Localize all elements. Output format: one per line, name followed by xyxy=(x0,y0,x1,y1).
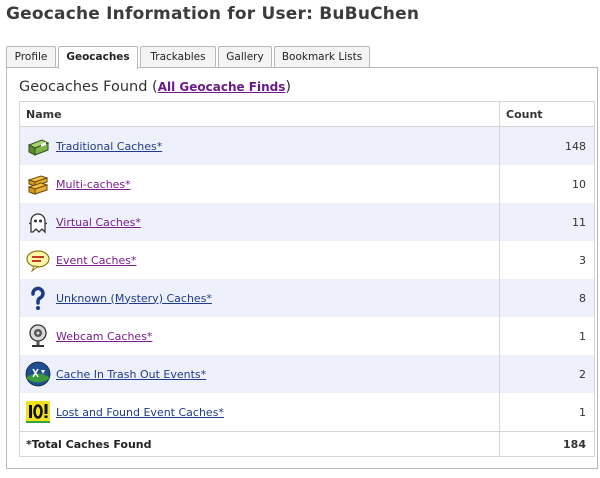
table-row: Virtual Caches* 11 xyxy=(19,203,595,241)
table-row: Event Caches* 3 xyxy=(19,241,595,279)
cito-event-icon xyxy=(25,361,51,387)
tab-bar: Profile Geocaches Trackables Gallery Boo… xyxy=(6,46,372,69)
multi-caches-count: 10 xyxy=(499,165,595,203)
total-label: *Total Caches Found xyxy=(19,431,500,457)
table-row: Multi-caches* 10 xyxy=(19,165,595,203)
virtual-caches-count: 11 xyxy=(499,203,595,241)
total-count: 184 xyxy=(499,431,595,457)
tab-bookmark-lists[interactable]: Bookmark Lists xyxy=(274,46,370,68)
lost-and-found-event-icon xyxy=(26,401,50,423)
total-row: *Total Caches Found 184 xyxy=(19,431,595,457)
event-caches-count: 3 xyxy=(499,241,595,279)
mystery-cache-icon xyxy=(31,286,45,310)
traditional-cache-icon xyxy=(27,139,50,156)
geocaches-panel: Geocaches Found (All Geocache Finds) Nam… xyxy=(6,67,598,469)
name-column-header: Name xyxy=(19,101,500,127)
lost-and-found-event-caches-count: 1 xyxy=(499,393,595,432)
close-paren: ) xyxy=(285,79,292,95)
table-row: Unknown (Mystery) Caches* 8 xyxy=(19,279,595,317)
page-title: Geocache Information for User: BuBuChen xyxy=(6,4,420,24)
cache-in-trash-out-events-count: 2 xyxy=(499,355,595,393)
event-cache-icon xyxy=(26,250,50,273)
table-row: Cache In Trash Out Events* 2 xyxy=(19,355,595,393)
section-title: Geocaches Found (All Geocache Finds) xyxy=(19,79,291,95)
tab-trackables[interactable]: Trackables xyxy=(140,46,216,68)
virtual-caches-link[interactable]: Virtual Caches* xyxy=(56,216,141,229)
traditional-caches-count: 148 xyxy=(499,126,595,165)
unknown-mystery-caches-link[interactable]: Unknown (Mystery) Caches* xyxy=(56,292,212,305)
unknown-mystery-caches-count: 8 xyxy=(499,279,595,317)
table-header-row: Name Count xyxy=(19,101,595,127)
table-row: Lost and Found Event Caches* 1 xyxy=(19,393,595,432)
multi-cache-icon xyxy=(27,175,49,195)
tab-gallery[interactable]: Gallery xyxy=(218,46,272,68)
all-geocache-finds-link[interactable]: All Geocache Finds xyxy=(158,80,286,94)
section-heading: Geocaches Found xyxy=(19,79,148,95)
traditional-caches-link[interactable]: Traditional Caches* xyxy=(56,140,162,153)
virtual-cache-icon xyxy=(28,213,48,234)
multi-caches-link[interactable]: Multi-caches* xyxy=(56,178,131,191)
webcam-caches-link[interactable]: Webcam Caches* xyxy=(56,330,152,343)
webcam-caches-count: 1 xyxy=(499,317,595,355)
table-row: Webcam Caches* 1 xyxy=(19,317,595,355)
event-caches-link[interactable]: Event Caches* xyxy=(56,254,136,267)
geocaches-found-table: Name Count Traditional Caches* 148 Multi… xyxy=(19,101,595,457)
table-row: Traditional Caches* 148 xyxy=(19,126,595,165)
cache-in-trash-out-events-link[interactable]: Cache In Trash Out Events* xyxy=(56,368,206,381)
lost-and-found-event-caches-link[interactable]: Lost and Found Event Caches* xyxy=(56,406,224,419)
tab-geocaches[interactable]: Geocaches xyxy=(58,46,138,69)
webcam-cache-icon xyxy=(29,324,47,347)
count-column-header: Count xyxy=(499,101,595,127)
tab-profile[interactable]: Profile xyxy=(6,46,56,68)
